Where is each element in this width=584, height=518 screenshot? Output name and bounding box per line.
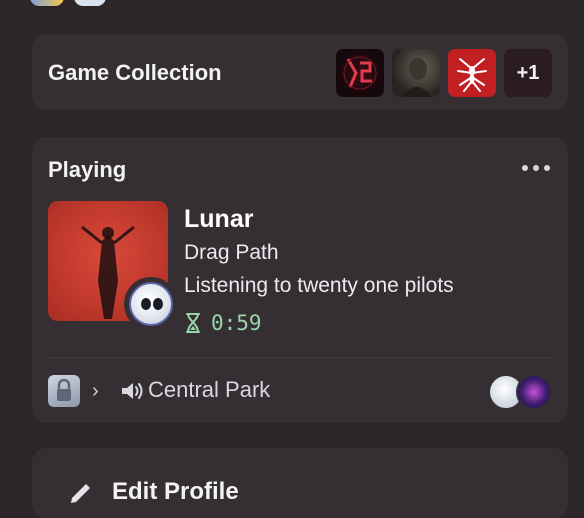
badge-strip [30,0,106,6]
timer-value: 0:59 [211,311,262,335]
album-name: Drag Path [184,241,279,264]
badge-icon[interactable] [30,0,64,6]
avatar-face-icon [129,282,173,326]
more-options-button[interactable] [516,153,556,183]
edit-profile-label: Edit Profile [112,478,239,505]
song-title[interactable]: Lunar [184,205,253,234]
dot-icon [533,165,539,171]
divider [48,357,552,358]
dot-icon [544,165,550,171]
voice-participants[interactable] [488,374,552,410]
edit-profile-button[interactable]: Edit Profile [32,448,568,518]
hourglass-icon [186,313,200,333]
elapsed-timer: 0:59 [185,311,262,335]
chevron-right-icon: › [92,380,99,402]
game-thumbnails: +1 [336,49,552,97]
badge-icon[interactable] [74,0,106,6]
pencil-icon [68,478,94,509]
listening-status: Listening to twenty one pilots [184,274,454,297]
game-collection-title: Game Collection [48,60,222,85]
spider-man-cover-icon[interactable] [448,49,496,97]
voice-channel-name[interactable]: Central Park [148,377,270,403]
game-collection-card[interactable]: Game Collection +1 [32,34,568,110]
dmc5-cover-icon[interactable] [336,49,384,97]
more-games-button[interactable]: +1 [504,49,552,97]
playing-title: Playing [48,157,127,182]
dot-icon [522,165,528,171]
server-icon[interactable] [48,375,80,407]
participant-avatar[interactable] [516,374,552,410]
user-avatar[interactable] [124,277,178,331]
speaker-icon [120,380,144,407]
now-playing-card: Playing Lunar Drag Path Listening to twe… [32,137,568,423]
resident-evil-cover-icon[interactable] [392,49,440,97]
